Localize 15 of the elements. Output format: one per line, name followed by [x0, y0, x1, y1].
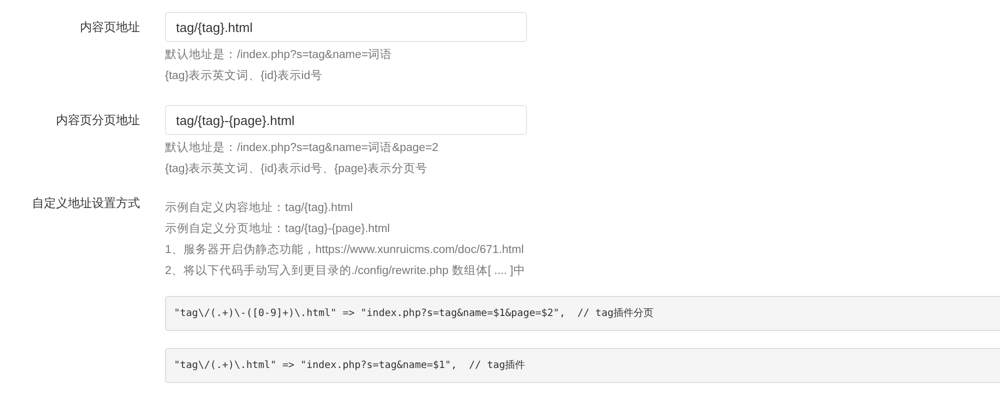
help-text: {tag}表示英文词、{id}表示id号 — [165, 68, 324, 84]
help-text: {tag}表示英文词、{id}表示id号、{page}表示分页号 — [165, 162, 429, 177]
help-text: 默认地址是：/index.php?s=tag&name=词语 — [165, 48, 394, 63]
field-label: 自定义地址设置方式 — [31, 195, 140, 212]
code-block: "tag\/(.+)\.html" => "index.php?s=tag&name=$1", // tag插件 — [165, 348, 1000, 383]
help-text: 2、将以下代码手动写入到更目录的./config/rewrite.php 数组体[ .... ]中 — [165, 263, 526, 279]
help-text: 1、服务器开启伪静态功能，https://www.xunruicms.com/doc/671.html — [165, 242, 525, 258]
input-field[interactable]: tag/{tag}-{page}.html — [165, 105, 527, 135]
help-text: 默认地址是：/index.php?s=tag&name=词语&page=2 — [165, 140, 440, 156]
field-label: 内容页分页地址 — [55, 112, 140, 129]
input-field[interactable]: tag/{tag}.html — [165, 12, 527, 42]
field-label: 内容页地址 — [79, 19, 140, 36]
code-block: "tag\/(.+)\-([0-9]+)\.html" => "index.php?s=tag&name=$1&page=$2", // tag插件分页 — [165, 296, 1000, 331]
help-text: 示例自定义内容地址：tag/{tag}.html — [165, 200, 354, 216]
help-text: 示例自定义分页地址：tag/{tag}-{page}.html — [165, 221, 391, 237]
